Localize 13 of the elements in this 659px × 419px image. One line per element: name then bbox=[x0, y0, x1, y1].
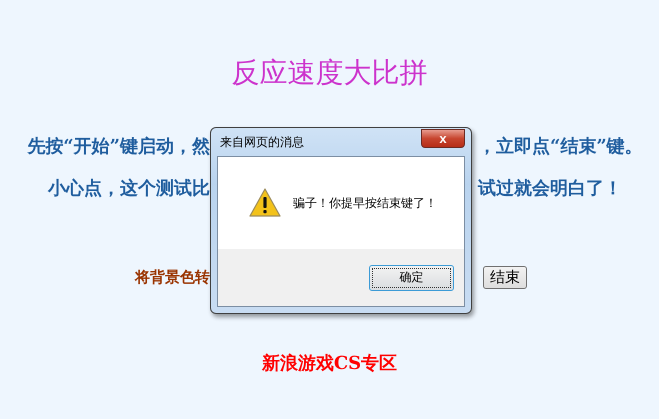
dialog-message: 骗子！你提早按结束键了！ bbox=[293, 194, 437, 212]
page-title: 反应速度大比拼 bbox=[230, 55, 428, 90]
instruction-text: 小心点，这个测试比 bbox=[48, 177, 210, 201]
instruction-text: 先按“开始”键启动，然 bbox=[27, 135, 210, 159]
instruction-text: ，立即点“结束”键。 bbox=[478, 135, 644, 159]
close-button[interactable]: x bbox=[421, 129, 465, 148]
ok-button[interactable]: 确定 bbox=[369, 264, 454, 290]
dialog-title: 来自网页的消息 bbox=[220, 134, 304, 150]
warning-icon bbox=[249, 188, 281, 218]
footer-link[interactable]: 新浪游戏CS专区 bbox=[262, 351, 398, 375]
instruction-text: 试过就会明白了！ bbox=[478, 177, 623, 201]
color-label: 将背景色转 bbox=[135, 268, 210, 287]
end-button[interactable]: 结束 bbox=[483, 266, 527, 289]
